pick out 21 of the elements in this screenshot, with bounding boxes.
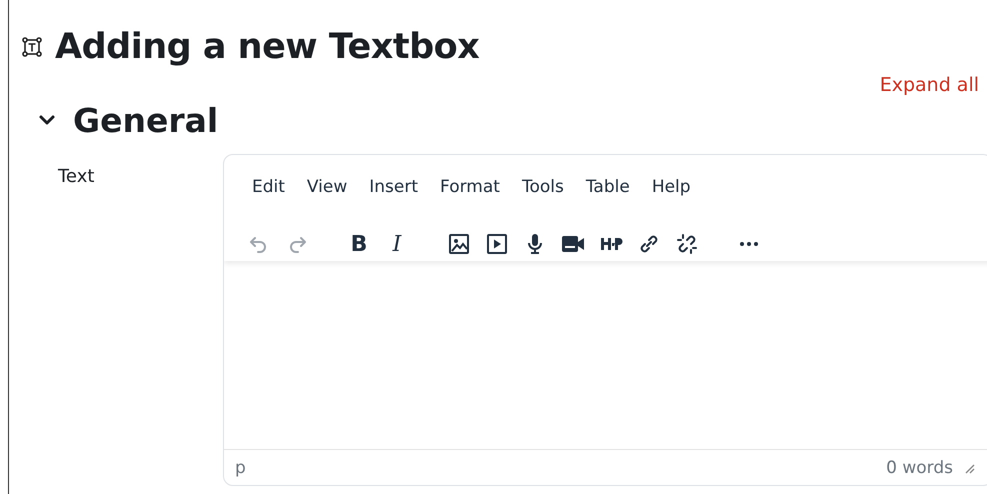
menu-item[interactable]: Insert (359, 173, 428, 201)
textbox-icon (21, 36, 43, 58)
word-count-text: 0 words (886, 458, 953, 478)
field-label: Text (57, 165, 96, 189)
more-icon (740, 242, 758, 246)
menu-item[interactable]: Help (642, 173, 701, 201)
element-path-text: p (235, 458, 246, 478)
image-icon (447, 232, 471, 256)
menu-item[interactable]: View (296, 173, 358, 201)
page-title: Adding a new Textbox (55, 27, 480, 67)
menu-item[interactable]: Tools (512, 173, 574, 201)
resize-handle-icon[interactable] (963, 462, 975, 474)
play-box-icon (485, 232, 509, 256)
bold-button[interactable]: B (342, 227, 376, 261)
menu-item[interactable]: Edit (242, 173, 295, 201)
italic-button[interactable]: I (380, 227, 414, 261)
section-heading[interactable]: General (73, 100, 218, 140)
menu-item[interactable]: Format (430, 173, 510, 201)
menu-item[interactable]: Table (576, 173, 640, 201)
expand-all-link[interactable]: Expand all (880, 74, 979, 96)
unlink-icon (675, 232, 699, 256)
